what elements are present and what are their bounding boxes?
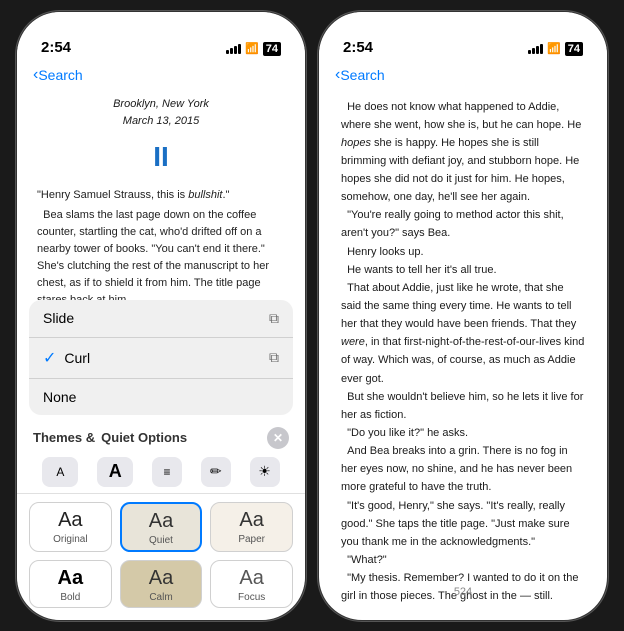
battery-icon: 74 [263, 42, 281, 56]
transition-curl[interactable]: ✓ Curl ⧉ [29, 338, 293, 379]
left-phone: 2:54 📶 74 ‹ Search Brooklyn, New YorkMar… [16, 11, 306, 621]
theme-focus-label: Aa [239, 567, 263, 590]
checkmark-icon: ✓ [43, 348, 56, 368]
close-button[interactable]: ✕ [267, 427, 289, 449]
font-size-increase[interactable]: A [97, 457, 133, 487]
bottom-panel: Slide ⧉ ✓ Curl ⧉ None Themes & Quiet Opt… [17, 300, 305, 620]
book-content-right: He does not know what happened to Addie,… [319, 88, 607, 606]
status-bar-right: 2:54 📶 74 [319, 12, 607, 62]
theme-focus-text: Focus [234, 592, 269, 607]
curl-icon: ⧉ [269, 349, 279, 366]
theme-quiet[interactable]: Aa Quiet [120, 502, 203, 552]
status-icons-left: 📶 74 [226, 42, 281, 56]
back-link-left[interactable]: Search [38, 67, 82, 83]
curl-label: Curl [56, 350, 269, 366]
theme-calm[interactable]: Aa Calm [120, 560, 203, 608]
slide-icon: ⧉ [269, 310, 279, 327]
themes-label: Themes & [33, 430, 95, 445]
transition-menu: Slide ⧉ ✓ Curl ⧉ None [29, 300, 293, 415]
time-left: 2:54 [41, 39, 71, 56]
large-a-label: A [109, 461, 122, 482]
theme-paper-text: Paper [234, 534, 269, 549]
wifi-icon-right: 📶 [547, 42, 561, 55]
slide-label: Slide [43, 310, 74, 326]
theme-paper-label: Aa [239, 509, 263, 532]
theme-quiet-label: Aa [149, 510, 173, 533]
theme-bold[interactable]: Aa Bold [29, 560, 112, 608]
theme-original[interactable]: Aa Original [29, 502, 112, 552]
pen-button[interactable]: ✏ [201, 457, 231, 487]
page-number: 524 [319, 582, 607, 602]
transition-none[interactable]: None [29, 379, 293, 415]
theme-bold-text: Bold [56, 592, 84, 607]
phones-container: 2:54 📶 74 ‹ Search Brooklyn, New YorkMar… [16, 11, 608, 621]
signal-icon [226, 44, 241, 54]
theme-paper[interactable]: Aa Paper [210, 502, 293, 552]
transition-slide[interactable]: Slide ⧉ [29, 300, 293, 338]
back-link-right[interactable]: Search [340, 67, 384, 83]
battery-icon-right: 74 [565, 42, 583, 56]
themes-section: Themes & Quiet Options ✕ [17, 423, 305, 451]
pen-icon: ✏ [210, 463, 222, 480]
status-bar-left: 2:54 📶 74 [17, 12, 305, 62]
nav-bar-left[interactable]: ‹ Search [17, 62, 305, 88]
brightness-button[interactable]: ☀ [250, 457, 280, 487]
themes-grid: Aa Original Aa Quiet Aa Paper [17, 494, 305, 620]
right-phone: 2:54 📶 74 ‹ Search He does not know what… [318, 11, 608, 621]
theme-focus[interactable]: Aa Focus [210, 560, 293, 608]
font-icon: ≡ [163, 465, 170, 479]
theme-quiet-text: Quiet [145, 535, 177, 550]
font-size-decrease[interactable]: A [42, 457, 78, 487]
quiet-option-label: Quiet Options [101, 430, 187, 445]
wifi-icon: 📶 [245, 42, 259, 55]
theme-calm-text: Calm [145, 592, 176, 607]
status-icons-right: 📶 74 [528, 42, 583, 56]
theme-calm-label: Aa [149, 567, 173, 590]
small-a-label: A [56, 465, 64, 479]
signal-icon-right [528, 44, 543, 54]
font-style-button[interactable]: ≡ [152, 457, 182, 487]
book-location: Brooklyn, New YorkMarch 13, 2015 [37, 96, 285, 131]
theme-original-label: Aa [58, 509, 82, 532]
brightness-icon: ☀ [258, 463, 271, 480]
chapter-roman: II [37, 135, 285, 180]
theme-original-text: Original [49, 534, 91, 549]
nav-bar-right[interactable]: ‹ Search [319, 62, 607, 88]
time-right: 2:54 [343, 39, 373, 56]
font-controls: A A ≡ ✏ ☀ [17, 451, 305, 494]
none-label: None [43, 389, 76, 405]
theme-bold-label: Aa [58, 567, 84, 590]
